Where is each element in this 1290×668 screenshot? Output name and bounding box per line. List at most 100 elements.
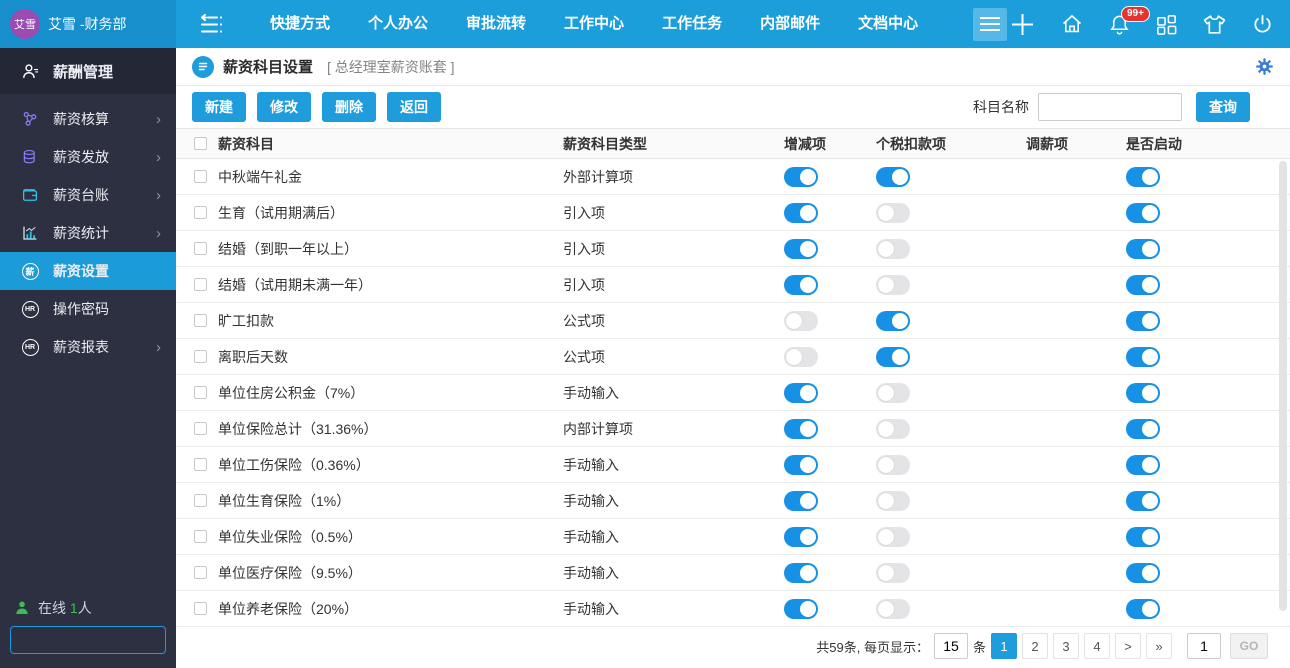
enabled-toggle[interactable] (1126, 454, 1160, 475)
sidebar-item-7[interactable]: HR 薪资报表 › (0, 328, 176, 366)
scrollbar[interactable] (1279, 161, 1287, 611)
apps-grid-icon[interactable] (1155, 13, 1178, 36)
row-checkbox[interactable] (194, 602, 207, 615)
sidebar: 薪酬管理 薪资核算 › 薪资发放 › 薪资台账 › 薪资统计 › 薪 薪资设置 (0, 48, 218, 668)
increase-toggle[interactable] (784, 238, 818, 259)
avatar[interactable]: 艾雪 (10, 9, 40, 39)
enabled-toggle[interactable] (1126, 166, 1160, 187)
nodes-icon (20, 110, 40, 128)
nav-item-4[interactable]: 工作任务 (643, 0, 741, 48)
increase-toggle[interactable] (784, 562, 818, 583)
increase-toggle[interactable] (784, 202, 818, 223)
sidebar-item-0[interactable]: 薪酬管理 (0, 48, 176, 94)
increase-toggle[interactable] (784, 490, 818, 511)
row-checkbox[interactable] (194, 350, 207, 363)
last-page-button[interactable]: » (1146, 633, 1172, 659)
tax-deduction-toggle[interactable] (876, 310, 910, 331)
page-button-1[interactable]: 1 (991, 633, 1017, 659)
sidebar-search-input[interactable] (11, 632, 203, 648)
user-area[interactable]: 艾雪 艾雪 -财务部 (0, 0, 176, 48)
sidebar-item-6[interactable]: HR 操作密码 (0, 290, 176, 328)
row-checkbox[interactable] (194, 278, 207, 291)
page-button-2[interactable]: 2 (1022, 633, 1048, 659)
increase-toggle[interactable] (784, 382, 818, 403)
sidebar-item-2[interactable]: 薪资发放 › (0, 138, 176, 176)
tax-deduction-toggle[interactable] (876, 346, 910, 367)
row-checkbox[interactable] (194, 386, 207, 399)
increase-toggle[interactable] (784, 526, 818, 547)
row-checkbox[interactable] (194, 206, 207, 219)
row-checkbox[interactable] (194, 458, 207, 471)
page-button-3[interactable]: 3 (1053, 633, 1079, 659)
select-all-checkbox[interactable] (194, 137, 207, 150)
row-checkbox[interactable] (194, 314, 207, 327)
more-menu-icon[interactable] (973, 7, 1008, 41)
delete-button[interactable]: 删除 (322, 92, 376, 122)
enabled-toggle[interactable] (1126, 274, 1160, 295)
nav-item-6[interactable]: 文档中心 (839, 0, 937, 48)
tax-deduction-toggle[interactable] (876, 202, 910, 223)
increase-toggle[interactable] (784, 454, 818, 475)
chevron-right-icon: › (156, 186, 161, 204)
nav-item-5[interactable]: 内部邮件 (741, 0, 839, 48)
bell-icon[interactable]: 99+ (1108, 5, 1150, 36)
increase-toggle[interactable] (784, 310, 818, 331)
increase-toggle[interactable] (784, 418, 818, 439)
enabled-toggle[interactable] (1126, 382, 1160, 403)
enabled-toggle[interactable] (1126, 346, 1160, 367)
nav-item-2[interactable]: 审批流转 (447, 0, 545, 48)
next-page-button[interactable]: > (1115, 633, 1141, 659)
table-row: 结婚（到职一年以上） 引入项 (176, 231, 1290, 267)
row-checkbox[interactable] (194, 566, 207, 579)
sidebar-item-4[interactable]: 薪资统计 › (0, 214, 176, 252)
row-checkbox[interactable] (194, 242, 207, 255)
row-checkbox[interactable] (194, 422, 207, 435)
tax-deduction-toggle[interactable] (876, 382, 910, 403)
enabled-toggle[interactable] (1126, 490, 1160, 511)
tax-deduction-toggle[interactable] (876, 562, 910, 583)
nav-item-0[interactable]: 快捷方式 (251, 0, 349, 48)
tax-deduction-toggle[interactable] (876, 526, 910, 547)
enabled-toggle[interactable] (1126, 526, 1160, 547)
gear-icon[interactable] (1255, 57, 1274, 76)
sidebar-item-5[interactable]: 薪 薪资设置 (0, 252, 176, 290)
row-checkbox[interactable] (194, 494, 207, 507)
row-checkbox[interactable] (194, 530, 207, 543)
enabled-toggle[interactable] (1126, 562, 1160, 583)
enabled-toggle[interactable] (1126, 598, 1160, 619)
tax-deduction-toggle[interactable] (876, 490, 910, 511)
page-button-4[interactable]: 4 (1084, 633, 1110, 659)
sidebar-collapse-icon[interactable] (198, 13, 225, 35)
search-button[interactable]: 查询 (1196, 92, 1250, 122)
goto-page-input[interactable] (1187, 633, 1221, 659)
tax-deduction-toggle[interactable] (876, 166, 910, 187)
tax-deduction-toggle[interactable] (876, 418, 910, 439)
theme-shirt-icon[interactable] (1202, 12, 1227, 37)
add-icon[interactable] (1009, 11, 1036, 38)
back-button[interactable]: 返回 (387, 92, 441, 122)
increase-toggle[interactable] (784, 346, 818, 367)
new-button[interactable]: 新建 (192, 92, 246, 122)
page-size-input[interactable] (933, 633, 968, 659)
row-checkbox[interactable] (194, 170, 207, 183)
enabled-toggle[interactable] (1126, 418, 1160, 439)
nav-item-3[interactable]: 工作中心 (545, 0, 643, 48)
enabled-toggle[interactable] (1126, 238, 1160, 259)
increase-toggle[interactable] (784, 274, 818, 295)
increase-toggle[interactable] (784, 598, 818, 619)
increase-toggle[interactable] (784, 166, 818, 187)
sidebar-item-3[interactable]: 薪资台账 › (0, 176, 176, 214)
home-icon[interactable] (1060, 12, 1084, 36)
go-button[interactable]: GO (1230, 633, 1268, 659)
nav-item-1[interactable]: 个人办公 (349, 0, 447, 48)
enabled-toggle[interactable] (1126, 202, 1160, 223)
enabled-toggle[interactable] (1126, 310, 1160, 331)
edit-button[interactable]: 修改 (257, 92, 311, 122)
tax-deduction-toggle[interactable] (876, 454, 910, 475)
sidebar-item-1[interactable]: 薪资核算 › (0, 100, 176, 138)
tax-deduction-toggle[interactable] (876, 274, 910, 295)
tax-deduction-toggle[interactable] (876, 598, 910, 619)
power-icon[interactable] (1251, 13, 1274, 36)
tax-deduction-toggle[interactable] (876, 238, 910, 259)
subject-name-input[interactable] (1038, 93, 1182, 121)
